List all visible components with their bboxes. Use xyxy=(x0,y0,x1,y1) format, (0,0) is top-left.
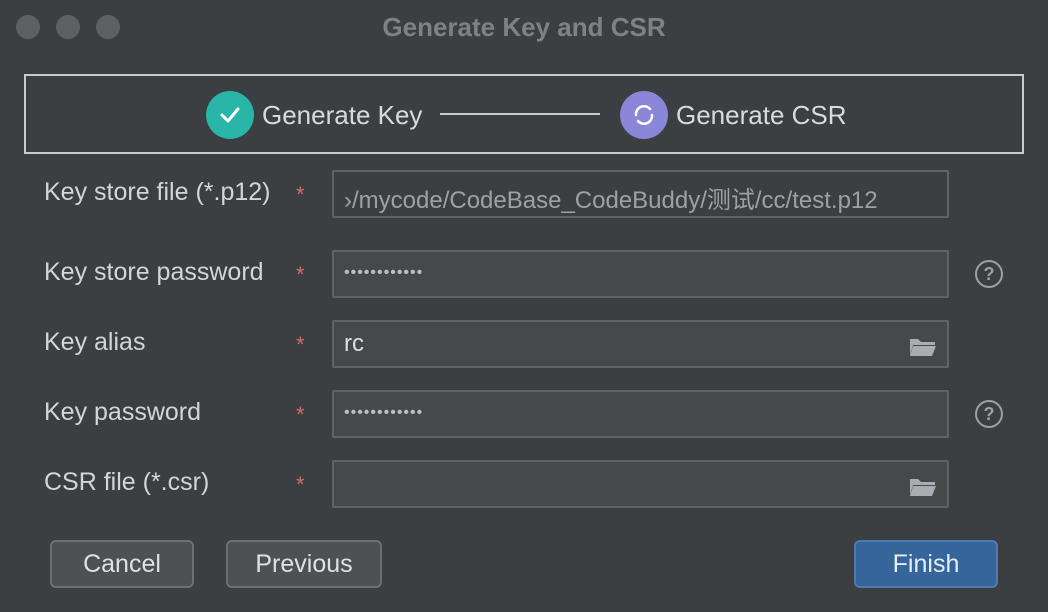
key-password-label: Key password xyxy=(44,398,202,426)
csr-file-label: CSR file (*.csr) xyxy=(44,468,210,496)
step-generate-key-label: Generate Key xyxy=(262,100,423,130)
key-password-value: •••••••••••• xyxy=(344,404,424,421)
folder-icon[interactable] xyxy=(909,335,937,357)
help-icon[interactable]: ? xyxy=(975,260,1003,288)
key-alias-label: Key alias xyxy=(44,328,146,356)
check-icon xyxy=(206,91,254,139)
finish-button[interactable]: Finish xyxy=(854,540,998,588)
dialog-title: Generate Key and CSR xyxy=(382,12,666,42)
keystore-password-label: Key store password xyxy=(44,258,264,286)
key-alias-field[interactable]: rc xyxy=(332,320,949,368)
wizard-stepper: Generate Key Generate CSR xyxy=(24,74,1024,154)
cancel-button[interactable]: Cancel xyxy=(50,540,194,588)
required-marker: * xyxy=(296,262,305,287)
keystore-file-value: ›/mycode/CodeBase_CodeBuddy/测试/cc/test.p… xyxy=(344,187,878,214)
keystore-file-label: Key store file (*.p12) xyxy=(44,178,271,206)
previous-button[interactable]: Previous xyxy=(226,540,382,588)
keystore-file-field[interactable]: ›/mycode/CodeBase_CodeBuddy/测试/cc/test.p… xyxy=(332,170,949,218)
folder-icon[interactable] xyxy=(909,475,937,497)
required-marker: * xyxy=(296,472,305,497)
title-bar: Generate Key and CSR xyxy=(0,0,1048,54)
keystore-password-value: •••••••••••• xyxy=(344,264,424,281)
refresh-icon xyxy=(620,91,668,139)
step-connector xyxy=(440,113,600,115)
csr-file-field[interactable] xyxy=(332,460,949,508)
key-password-field[interactable]: •••••••••••• xyxy=(332,390,949,438)
required-marker: * xyxy=(296,332,305,357)
dialog-window: Generate Key and CSR Generate Key Genera… xyxy=(0,0,1048,612)
keystore-password-field[interactable]: •••••••••••• xyxy=(332,250,949,298)
help-icon[interactable]: ? xyxy=(975,400,1003,428)
required-marker: * xyxy=(296,182,305,207)
key-alias-value: rc xyxy=(344,330,364,357)
step-generate-csr-label: Generate CSR xyxy=(676,100,847,130)
required-marker: * xyxy=(296,402,305,427)
